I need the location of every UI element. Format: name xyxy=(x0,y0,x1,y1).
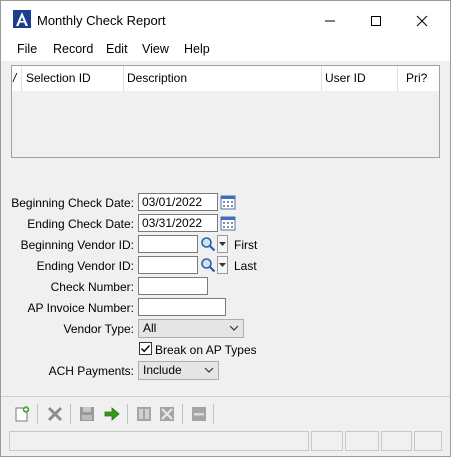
check-number-label: Check Number: xyxy=(50,280,134,294)
chevron-down-icon xyxy=(204,367,214,373)
beginning-vendor-id-field[interactable] xyxy=(138,235,198,253)
toolbar-separator xyxy=(213,404,214,424)
copy-icon xyxy=(137,407,151,421)
calendar-icon[interactable] xyxy=(219,193,237,211)
toolbar-divider xyxy=(1,396,450,397)
menu-help[interactable]: Help xyxy=(184,42,210,56)
ending-vendor-dropdown[interactable] xyxy=(217,256,228,274)
save-button[interactable] xyxy=(76,403,98,425)
toolbar-separator xyxy=(70,404,71,424)
toolbar-separator xyxy=(37,404,38,424)
report-window: Monthly Check Report File Record Edit Vi… xyxy=(0,0,451,457)
save-icon xyxy=(80,407,94,421)
first-hint: First xyxy=(234,238,258,252)
ending-vendor-id-field[interactable] xyxy=(138,256,198,274)
maximize-button[interactable] xyxy=(353,7,399,35)
vendor-type-select[interactable]: All xyxy=(138,319,244,338)
menu-record[interactable]: Record xyxy=(53,42,93,56)
collapse-icon xyxy=(192,407,206,421)
last-hint: Last xyxy=(234,259,257,273)
status-panel xyxy=(345,431,379,451)
chevron-down-icon xyxy=(219,242,226,246)
clear-icon xyxy=(160,407,174,421)
app-logo-icon xyxy=(13,10,31,28)
grid-header: / Selection ID Description User ID Pri? xyxy=(12,66,439,92)
beginning-check-date-field[interactable]: 03/01/2022 xyxy=(138,193,218,211)
chevron-down-icon xyxy=(219,263,226,267)
delete-icon xyxy=(47,406,63,422)
status-panel xyxy=(414,431,442,451)
run-button[interactable] xyxy=(101,403,123,425)
beginning-check-date-label: Beginning Check Date: xyxy=(11,196,134,210)
ending-check-date-label: Ending Check Date: xyxy=(27,217,134,231)
new-record-icon xyxy=(15,406,30,422)
title-bar: Monthly Check Report xyxy=(1,1,450,39)
maximize-icon xyxy=(371,16,381,26)
ap-invoice-number-field[interactable] xyxy=(138,298,226,316)
toolbar-separator xyxy=(127,404,128,424)
column-header-description[interactable]: Description xyxy=(124,66,322,91)
ach-payments-select[interactable]: Include xyxy=(138,361,219,380)
menu-bar: File Record Edit View Help xyxy=(1,39,450,61)
lookup-icon[interactable] xyxy=(200,257,216,273)
menu-view[interactable]: View xyxy=(142,42,169,56)
ending-vendor-id-label: Ending Vendor ID: xyxy=(36,259,134,273)
ap-invoice-number-label: AP Invoice Number: xyxy=(27,301,135,315)
menu-file[interactable]: File xyxy=(17,42,37,56)
ach-payments-label: ACH Payments: xyxy=(48,364,134,378)
close-icon xyxy=(416,15,428,27)
status-panel xyxy=(381,431,412,451)
checkmark-icon xyxy=(140,345,151,353)
window-title: Monthly Check Report xyxy=(37,13,166,28)
column-header-user-id[interactable]: User ID xyxy=(322,66,398,91)
minimize-icon xyxy=(325,20,335,22)
close-button[interactable] xyxy=(399,7,445,35)
status-panel-main xyxy=(9,431,309,451)
ach-payments-value: Include xyxy=(143,363,182,377)
column-header-pri[interactable]: Pri? xyxy=(398,66,439,91)
status-bar xyxy=(1,429,450,456)
collapse-button[interactable] xyxy=(188,403,210,425)
column-header-selection-id[interactable]: Selection ID xyxy=(22,66,124,91)
new-record-button[interactable] xyxy=(11,403,33,425)
toolbar-separator xyxy=(182,404,183,424)
clear-button[interactable] xyxy=(156,403,178,425)
vendor-type-value: All xyxy=(143,321,157,335)
break-on-ap-types-checkbox[interactable] xyxy=(139,342,152,355)
ending-check-date-field[interactable]: 03/31/2022 xyxy=(138,214,218,232)
status-panel xyxy=(311,431,343,451)
delete-button[interactable] xyxy=(44,403,66,425)
chevron-down-icon xyxy=(229,325,239,331)
calendar-icon[interactable] xyxy=(219,214,237,232)
check-number-field[interactable] xyxy=(138,277,208,295)
vendor-type-label: Vendor Type: xyxy=(63,322,135,336)
beginning-vendor-dropdown[interactable] xyxy=(217,235,228,253)
lookup-icon[interactable] xyxy=(200,236,216,252)
beginning-vendor-id-label: Beginning Vendor ID: xyxy=(20,238,134,252)
run-icon xyxy=(104,407,120,421)
grid-body[interactable] xyxy=(12,91,439,157)
copy-button[interactable] xyxy=(133,403,155,425)
menu-edit[interactable]: Edit xyxy=(106,42,128,56)
column-header-sort[interactable]: / xyxy=(12,66,22,91)
minimize-button[interactable] xyxy=(307,7,353,35)
break-on-ap-types-label[interactable]: Break on AP Types xyxy=(155,343,257,357)
selection-grid[interactable]: / Selection ID Description User ID Pri? xyxy=(11,65,440,158)
